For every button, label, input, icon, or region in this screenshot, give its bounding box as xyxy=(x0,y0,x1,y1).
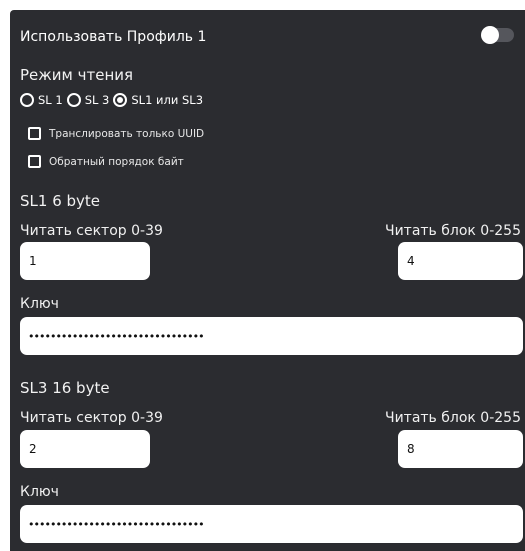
checkbox-uuid-only[interactable]: Транслировать только UUID xyxy=(28,127,204,140)
toggle-knob[interactable] xyxy=(481,26,499,44)
sl1-sector-input[interactable]: 1 xyxy=(20,242,150,280)
radio-circle-icon[interactable] xyxy=(20,93,34,107)
sl3-block-label: Читать блок 0-255 xyxy=(384,410,521,426)
checkbox-icon[interactable] xyxy=(28,155,41,168)
sl1-sector-label: Читать сектор 0-39 xyxy=(20,223,163,239)
profile-settings-panel: Использовать Профиль 1 Режим чтения SL 1… xyxy=(10,10,525,551)
sl1-block-input[interactable]: 4 xyxy=(398,242,523,280)
sl3-header: SL3 16 byte xyxy=(20,379,110,397)
sl1-header: SL1 6 byte xyxy=(20,192,101,210)
radio-sl1-label: SL 1 xyxy=(38,93,63,107)
radio-sl3[interactable]: SL 3 xyxy=(66,93,110,107)
sl3-block-input[interactable]: 8 xyxy=(398,430,523,468)
read-mode-label: Режим чтения xyxy=(20,66,134,84)
radio-sl1-or-sl3[interactable]: SL1 или SL3 xyxy=(113,93,203,107)
sl1-block-label: Читать блок 0-255 xyxy=(384,223,521,239)
sl1-key-input[interactable]: •••••••••••••••••••••••••••••••• xyxy=(20,317,523,355)
sl3-sector-input[interactable]: 2 xyxy=(20,430,150,468)
radio-circle-icon[interactable] xyxy=(66,93,81,107)
checkbox-reverse-byte-order-label: Обратный порядок байт xyxy=(49,155,184,168)
checkbox-reverse-byte-order[interactable]: Обратный порядок байт xyxy=(28,155,184,168)
radio-sl1[interactable]: SL 1 xyxy=(20,93,63,107)
read-mode-radio-group: SL 1 SL 3 SL1 или SL3 xyxy=(20,93,207,107)
sl3-key-label: Ключ xyxy=(20,484,59,500)
radio-sl3-label: SL 3 xyxy=(84,93,110,107)
profile-title: Использовать Профиль 1 xyxy=(20,29,207,45)
radio-sl1-or-sl3-label: SL1 или SL3 xyxy=(131,93,204,107)
sl3-sector-label: Читать сектор 0-39 xyxy=(20,410,163,426)
profile-enable-toggle[interactable] xyxy=(481,26,514,44)
radio-checked-icon[interactable] xyxy=(113,93,128,107)
checkbox-uuid-only-label: Транслировать только UUID xyxy=(49,127,205,140)
sl1-key-label: Ключ xyxy=(20,296,59,312)
sl3-key-input[interactable]: •••••••••••••••••••••••••••••••• xyxy=(20,505,523,543)
checkbox-icon[interactable] xyxy=(28,127,41,140)
